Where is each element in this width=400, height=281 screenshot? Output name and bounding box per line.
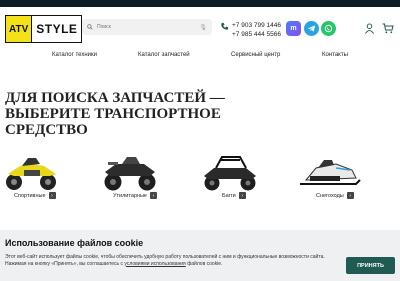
arrow-right-icon: › xyxy=(238,192,246,199)
cart-icon[interactable] xyxy=(382,23,394,34)
vehicle-card-utility[interactable]: Утилитарные › xyxy=(100,150,180,205)
nav-item-service-center[interactable]: Сервисный центр xyxy=(231,52,280,58)
arrow-right-icon: › xyxy=(346,192,354,199)
vehicle-selector: Спортивные › Утилитарные › Багги › Снего… xyxy=(0,150,400,205)
buggy-icon xyxy=(204,156,256,191)
vehicle-card-snowmobile[interactable]: Снегоходы › xyxy=(296,150,376,205)
nav-item-contacts[interactable]: Контакты xyxy=(322,52,348,58)
site-header: ATV STYLE 🎙 +7 903 799 1446 +7 985 444 5… xyxy=(0,7,400,47)
telegram-icon[interactable] xyxy=(304,21,319,36)
accept-cookie-button[interactable]: Принять xyxy=(346,257,395,274)
vehicle-label-buggy: Багги › xyxy=(222,192,246,199)
vehicle-label-sport: Спортивные › xyxy=(14,192,56,199)
search-box: 🎙 xyxy=(82,19,212,35)
logo[interactable]: ATV STYLE xyxy=(5,15,83,43)
vehicle-label-utility: Утилитарные › xyxy=(113,192,157,199)
top-bar xyxy=(0,0,400,7)
phone-number-1[interactable]: +7 903 799 1446 xyxy=(232,21,281,30)
utility-atv-icon xyxy=(104,157,156,191)
cookie-banner: Использование файлов cookie Этот веб-сай… xyxy=(0,230,400,281)
nav-item-vehicle-catalog[interactable]: Каталог техники xyxy=(52,52,97,58)
sport-atv-icon xyxy=(6,158,56,190)
logo-part-atv: ATV xyxy=(5,15,33,43)
logo-part-style: STYLE xyxy=(32,15,83,43)
cookie-title: Использование файлов cookie xyxy=(5,238,144,248)
page-headline: Для поиска запчастей — выберите транспор… xyxy=(5,90,225,138)
user-icon[interactable] xyxy=(364,23,375,34)
main-nav: Каталог техники Каталог запчастей Сервис… xyxy=(0,52,400,64)
arrow-right-icon: › xyxy=(48,192,56,199)
vehicle-card-sport[interactable]: Спортивные › xyxy=(2,150,82,205)
vehicle-card-buggy[interactable]: Багги › xyxy=(200,150,280,205)
cookie-terms-link[interactable]: условиями использования xyxy=(124,261,185,267)
phone-icon xyxy=(221,22,229,30)
search-input[interactable] xyxy=(97,24,200,30)
search-icon xyxy=(87,24,93,30)
cookie-text: Этот веб-сайт использует файлы cookie, ч… xyxy=(5,254,325,267)
snowmobile-icon xyxy=(300,160,361,185)
vehicle-label-snowmobile: Снегоходы › xyxy=(316,192,354,199)
max-messenger-icon[interactable]: m xyxy=(286,21,301,36)
arrow-right-icon: › xyxy=(150,192,157,199)
microphone-icon[interactable]: 🎙 xyxy=(199,24,207,31)
phone-number-2[interactable]: +7 985 444 5566 xyxy=(232,30,281,39)
nav-item-parts-catalog[interactable]: Каталог запчастей xyxy=(138,52,190,58)
whatsapp-icon[interactable] xyxy=(321,21,336,36)
phone-block: +7 903 799 1446 +7 985 444 5566 xyxy=(220,21,281,39)
